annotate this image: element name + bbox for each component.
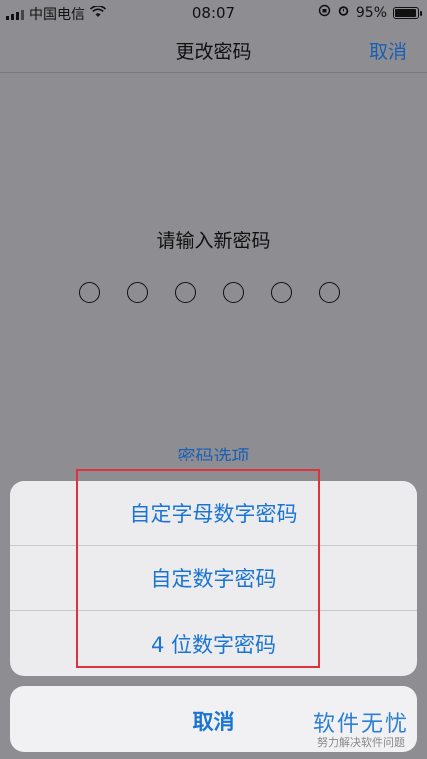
- nav-bar: 更改密码 取消: [0, 26, 427, 73]
- passcode-dot: [319, 282, 340, 303]
- alarm-icon: [337, 4, 350, 21]
- passcode-dot: [175, 282, 196, 303]
- battery-icon: [393, 6, 422, 19]
- passcode-dot: [271, 282, 292, 303]
- passcode-dot: [79, 282, 100, 303]
- watermark-subtitle: 努力解决软件问题: [317, 736, 405, 749]
- action-sheet: 自定字母数字密码 自定数字密码 4 位数字密码: [10, 481, 417, 676]
- passcode-dot: [127, 282, 148, 303]
- four-digit-code-option[interactable]: 4 位数字密码: [10, 611, 417, 676]
- passcode-options-link: 密码选项: [177, 447, 250, 461]
- nav-cancel-button[interactable]: 取消: [369, 37, 407, 64]
- battery-percent: 95%: [355, 4, 387, 21]
- status-bar: 中国电信 08:07 95%: [0, 0, 427, 26]
- enter-new-passcode-prompt: 请输入新密码: [156, 230, 271, 252]
- orientation-lock-icon: [318, 4, 331, 21]
- passcode-dot: [223, 282, 244, 303]
- custom-numeric-code-option[interactable]: 自定数字密码: [10, 546, 417, 611]
- custom-alphanumeric-code-option[interactable]: 自定字母数字密码: [10, 481, 417, 546]
- page-title: 更改密码: [175, 41, 252, 63]
- status-right: 95%: [318, 4, 422, 21]
- passcode-dots: [79, 282, 340, 303]
